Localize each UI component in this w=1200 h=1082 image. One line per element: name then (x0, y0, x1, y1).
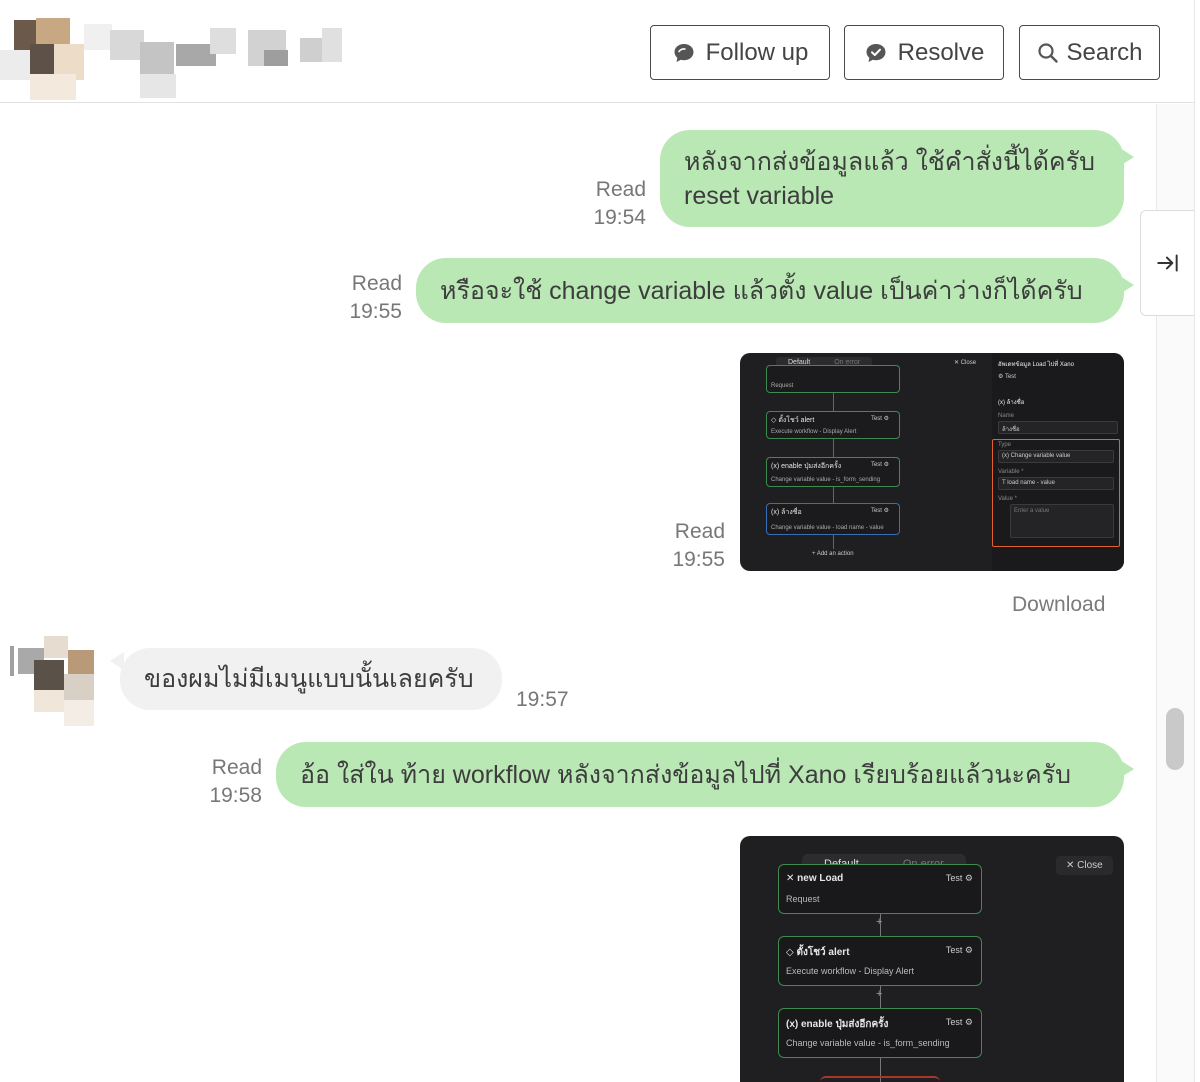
message-text: ของผมไม่มีเมนูแบบนั้นเลยครับ (144, 665, 474, 693)
chat-header: Follow up Resolve Search (0, 0, 1200, 103)
follow-up-label: Follow up (705, 38, 809, 66)
message-meta: Read 19:58 (160, 754, 262, 810)
message-text: reset variable (684, 181, 835, 210)
read-status: Read (211, 756, 262, 779)
bubble-tail (1120, 148, 1134, 166)
message-time: 19:55 (349, 300, 402, 323)
add-action-label: + Add an action (812, 551, 854, 557)
workflow-node: (x) enable ปุ่มส่งอีกครั้ง Test ⚙ Change… (766, 457, 900, 487)
message-list[interactable]: Read 19:54 หลังจากส่งข้อมูลแล้ว ใช้คำสั่… (0, 104, 1156, 1082)
follow-up-button[interactable]: Follow up (650, 25, 830, 80)
check-bubble-icon (866, 43, 886, 62)
download-link[interactable]: Download (1012, 593, 1105, 617)
read-status: Read (595, 178, 646, 201)
collapse-panel-button[interactable] (1140, 210, 1194, 316)
search-icon (1038, 42, 1059, 63)
message-text: หรือจะใช้ change variable แล้วตั้ง value… (440, 276, 1083, 305)
workflow-node: (x) ล้างชื่อ Test ⚙ Change variable valu… (766, 503, 900, 535)
properties-panel: อัพเดทข้อมูล Load ไปที่ Xano ⚙ Test (x) … (992, 353, 1124, 571)
close-label: ✕ Close (954, 360, 977, 366)
workflow-node: (x) enable ปุ่มส่งอีกครั้ง Test ⚙ Change… (778, 1008, 982, 1058)
close-label: ✕ Close (1056, 856, 1113, 875)
message-text: หลังจากส่งข้อมูลแล้ว ใช้คำสั่งนี้ได้ครับ (684, 147, 1095, 176)
workflow-node: ◇ ตั้งโชว์ alert Test ⚙ Execute workflow… (766, 411, 900, 439)
message-meta: Read 19:54 (540, 176, 646, 232)
search-label: Search (1066, 38, 1143, 66)
resolve-label: Resolve (897, 38, 985, 66)
workflow-node: ◇ ตั้งโชว์ alert Test ⚙ Execute workflow… (778, 936, 982, 986)
message-time: 19:58 (209, 784, 262, 807)
attached-screenshot-image[interactable]: Default On error ✕ Close Request ◇ ตั้งโ… (740, 353, 1124, 571)
message-text: อ้อ ใส่ใน ท้าย workflow หลังจากส่งข้อมูล… (300, 760, 1071, 789)
workflow-node: Request (766, 365, 900, 393)
incoming-message[interactable]: ของผมไม่มีเมนูแบบนั้นเลยครับ (120, 648, 502, 710)
contact-avatar-and-name-blurred (0, 14, 360, 100)
read-status: Read (351, 272, 402, 295)
next-node-partial (820, 1076, 940, 1082)
right-pane-edge (1194, 0, 1200, 1082)
message-meta: Read 19:55 (620, 518, 725, 574)
sender-avatar-blurred (8, 636, 98, 728)
message-time: 19:55 (672, 548, 725, 571)
chat-bubble-icon (674, 43, 694, 62)
read-status: Read (674, 520, 725, 543)
attached-screenshot-image[interactable]: Default On error ✕ Close ✕ new Load Test… (740, 836, 1124, 1082)
outgoing-message[interactable]: อ้อ ใส่ใน ท้าย workflow หลังจากส่งข้อมูล… (276, 742, 1124, 807)
scrollbar-thumb[interactable] (1166, 708, 1184, 770)
search-button[interactable]: Search (1019, 25, 1160, 80)
bubble-tail (1120, 276, 1134, 294)
outgoing-message[interactable]: หลังจากส่งข้อมูลแล้ว ใช้คำสั่งนี้ได้ครับ… (660, 130, 1124, 227)
workflow-node: ✕ new Load Test ⚙ Request (778, 864, 982, 914)
bubble-tail (1120, 760, 1134, 778)
message-time: 19:57 (516, 688, 569, 711)
resolve-button[interactable]: Resolve (844, 25, 1004, 80)
message-time: 19:54 (593, 206, 646, 229)
outgoing-message[interactable]: หรือจะใช้ change variable แล้วตั้ง value… (416, 258, 1124, 323)
message-meta: Read 19:55 (300, 270, 402, 326)
collapse-right-icon (1156, 254, 1178, 272)
